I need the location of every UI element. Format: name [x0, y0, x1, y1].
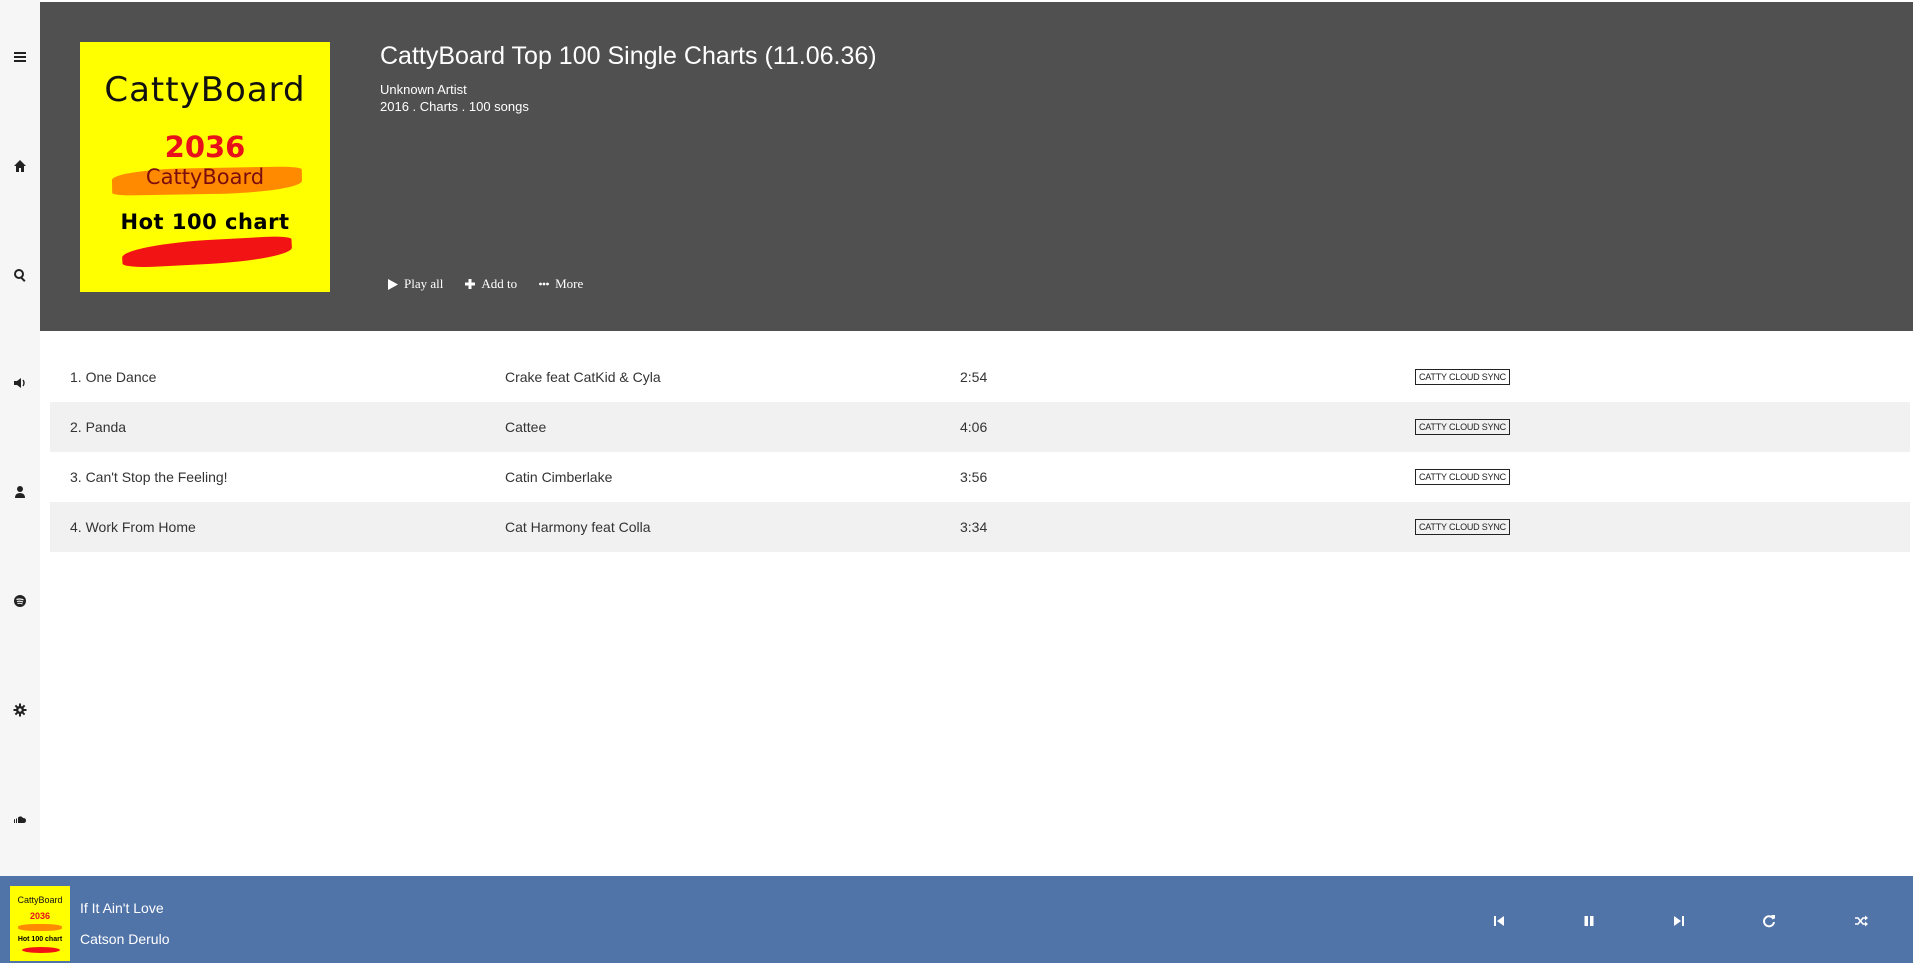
sidebar: [0, 0, 40, 876]
album-title: CattyBoard Top 100 Single Charts (11.06.…: [380, 42, 877, 70]
album-header: CattyBoard 2036 CattyBoard Hot 100 chart…: [40, 2, 1913, 331]
menu-icon[interactable]: [10, 47, 30, 67]
more-label: More: [555, 276, 584, 291]
track-artist: Crake feat CatKid & Cyla: [505, 369, 661, 385]
cover-subtitle: CattyBoard: [145, 165, 265, 189]
previous-icon[interactable]: [1489, 911, 1509, 931]
table-row[interactable]: 4. Work From Home Cat Harmony feat Colla…: [50, 502, 1910, 552]
album-artist: Unknown Artist: [380, 82, 467, 97]
track-duration: 3:34: [960, 519, 988, 535]
search-icon[interactable]: [10, 265, 30, 285]
shuffle-icon[interactable]: [1851, 911, 1871, 931]
player-bar: CattyBoard 2036 Hot 100 chart If It Ain'…: [0, 876, 1913, 963]
add-to-button[interactable]: Add to: [465, 276, 517, 292]
track-duration: 4:06: [960, 419, 988, 435]
table-row[interactable]: 2. Panda Cattee 4:06 CATTY CLOUD SYNC: [50, 402, 1910, 452]
track-artist: Catin Cimberlake: [505, 469, 613, 485]
more-button[interactable]: More: [539, 276, 583, 292]
play-all-button[interactable]: Play all: [388, 276, 443, 292]
track-title: 2. Panda: [70, 419, 127, 435]
table-row[interactable]: 1. One Dance Crake feat CatKid & Cyla 2:…: [50, 352, 1910, 402]
user-icon[interactable]: [10, 482, 30, 502]
play-icon: [388, 278, 398, 290]
track-artist: Cattee: [505, 419, 547, 435]
mini-cover-caption: Hot 100 chart: [17, 936, 63, 943]
cover-brand: CattyBoard: [104, 70, 306, 110]
gear-icon[interactable]: [10, 700, 30, 720]
mini-cover-red-stroke: [22, 947, 60, 953]
spotify-icon[interactable]: [10, 591, 30, 611]
volume-icon[interactable]: [10, 373, 30, 393]
sync-badge: CATTY CLOUD SYNC: [1415, 369, 1510, 385]
next-icon[interactable]: [1669, 911, 1689, 931]
track-artist: Cat Harmony feat Colla: [505, 519, 651, 535]
sync-badge: CATTY CLOUD SYNC: [1415, 469, 1510, 485]
cover-year: 2036: [164, 130, 246, 164]
soundcloud-icon[interactable]: [10, 809, 30, 829]
pause-icon[interactable]: [1579, 911, 1599, 931]
plus-icon: [465, 279, 476, 289]
mini-cover-brand: CattyBoard: [17, 895, 63, 905]
cover-red-stroke: [121, 235, 293, 269]
track-title: 1. One Dance: [70, 369, 157, 385]
now-playing-cover[interactable]: CattyBoard 2036 Hot 100 chart: [10, 886, 70, 961]
mini-cover-orange-stroke: [18, 924, 62, 931]
sync-badge: CATTY CLOUD SYNC: [1415, 519, 1510, 535]
add-to-label: Add to: [481, 276, 518, 291]
mini-cover-year: 2036: [29, 911, 51, 921]
track-title: 3. Can't Stop the Feeling!: [70, 469, 228, 485]
now-playing-artist: Catson Derulo: [80, 931, 170, 947]
table-row[interactable]: 3. Can't Stop the Feeling! Catin Cimberl…: [50, 452, 1910, 502]
track-duration: 3:56: [960, 469, 988, 485]
sync-badge: CATTY CLOUD SYNC: [1415, 419, 1510, 435]
track-title: 4. Work From Home: [70, 519, 196, 535]
ellipsis-icon: [539, 282, 550, 286]
track-list: 1. One Dance Crake feat CatKid & Cyla 2:…: [50, 352, 1910, 552]
play-all-label: Play all: [404, 276, 444, 291]
home-icon[interactable]: [10, 156, 30, 176]
now-playing-title: If It Ain't Love: [80, 900, 164, 916]
repeat-icon[interactable]: [1759, 911, 1779, 931]
cover-caption: Hot 100 chart: [120, 210, 290, 234]
album-actions: Play all Add to More: [388, 276, 583, 292]
album-cover: CattyBoard 2036 CattyBoard Hot 100 chart: [80, 42, 330, 292]
track-duration: 2:54: [960, 369, 988, 385]
album-meta: 2016 . Charts . 100 songs: [380, 99, 529, 114]
